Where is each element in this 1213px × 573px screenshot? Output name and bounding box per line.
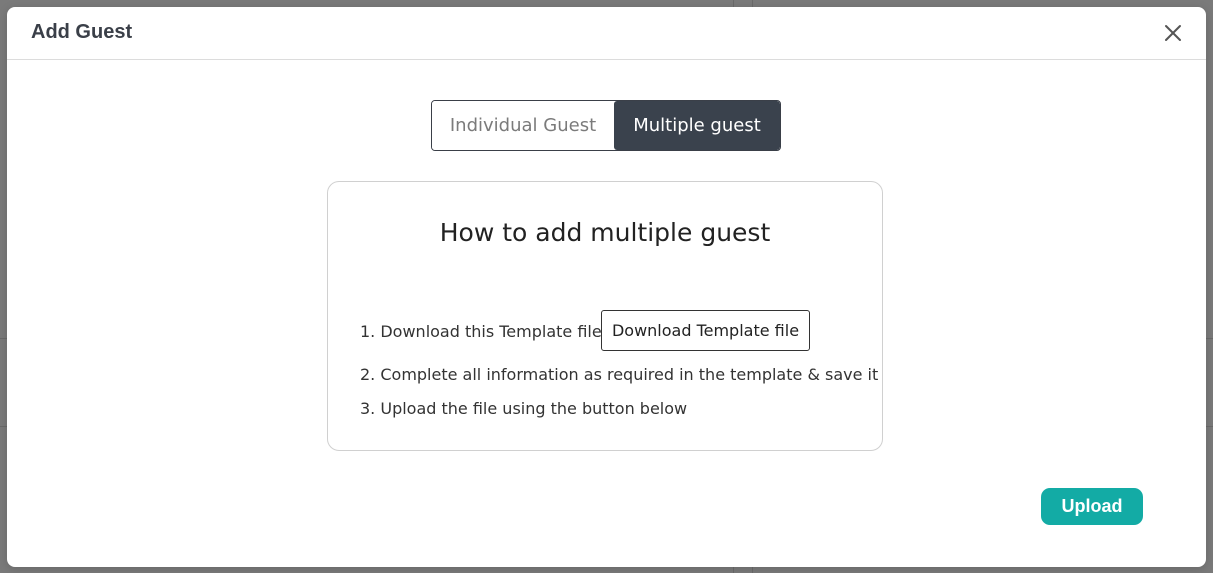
- step-2-text: 2. Complete all information as required …: [360, 365, 879, 384]
- close-icon: [1165, 25, 1181, 41]
- modal-title: Add Guest: [31, 21, 133, 43]
- add-guest-modal: Add Guest Individual Guest Multiple gues…: [7, 7, 1206, 567]
- step-1-text: 1. Download this Template file: [360, 322, 602, 341]
- tab-multiple-guest[interactable]: Multiple guest: [614, 101, 780, 150]
- tab-individual-guest[interactable]: Individual Guest: [432, 101, 614, 150]
- close-button[interactable]: [1162, 22, 1184, 44]
- instructions-card: How to add multiple guest 1. Download th…: [327, 181, 883, 451]
- guest-mode-toggle: Individual Guest Multiple guest: [431, 100, 781, 151]
- modal-header: Add Guest: [7, 7, 1206, 60]
- download-template-button[interactable]: Download Template file: [601, 310, 810, 351]
- upload-button[interactable]: Upload: [1041, 488, 1143, 525]
- instructions-title: How to add multiple guest: [439, 218, 771, 247]
- step-3-text: 3. Upload the file using the button belo…: [360, 399, 688, 418]
